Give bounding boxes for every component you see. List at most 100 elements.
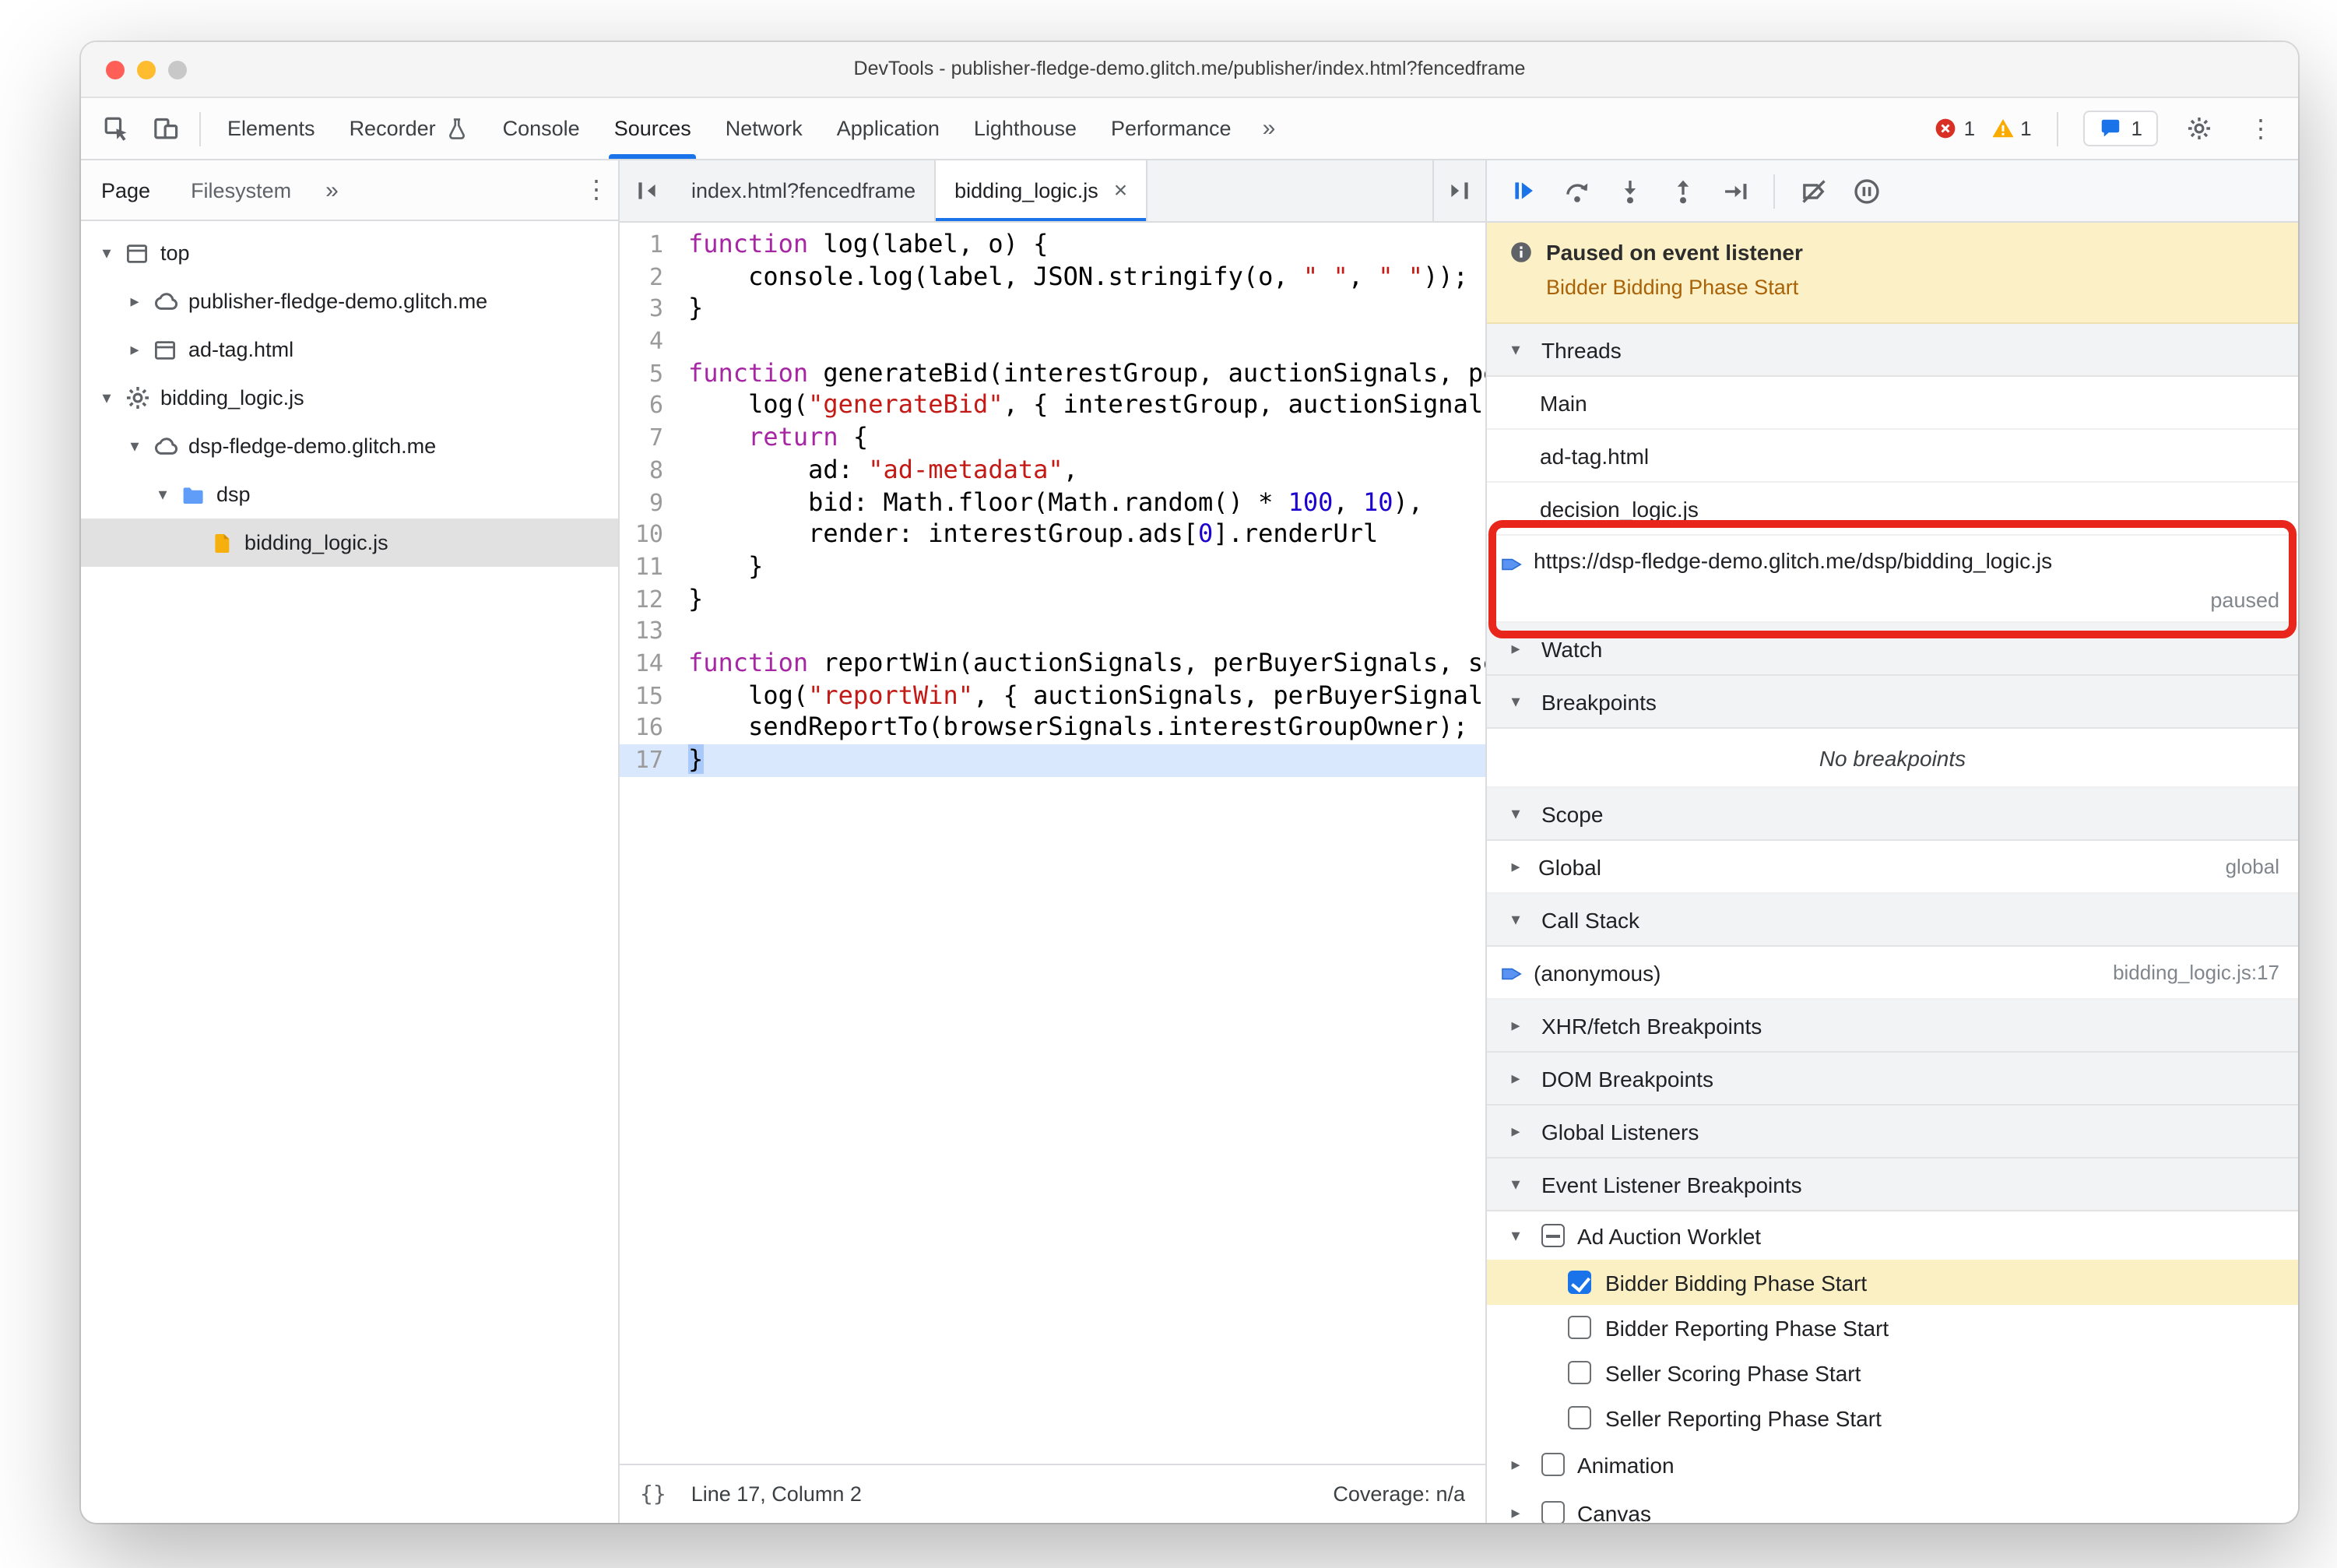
section-header-event-listener-breakpoints[interactable]: ▾ Event Listener Breakpoints (1487, 1158, 2298, 1211)
issues-button[interactable]: 1 (2082, 111, 2158, 146)
minimize-window-button[interactable] (137, 61, 156, 79)
section-header-watch[interactable]: ▸ Watch (1487, 623, 2298, 676)
navigator-tab-filesystem[interactable]: Filesystem (170, 160, 311, 220)
line-number[interactable]: 2 (620, 261, 688, 293)
line-number[interactable]: 9 (620, 487, 688, 519)
line-number[interactable]: 8 (620, 455, 688, 487)
tab-sources[interactable]: Sources (597, 98, 708, 159)
tab-application[interactable]: Application (820, 98, 957, 159)
line-number[interactable]: 15 (620, 680, 688, 712)
error-count[interactable]: 1 (1935, 117, 1975, 140)
section-header-breakpoints[interactable]: ▾ Breakpoints (1487, 676, 2298, 729)
tree-item-publisher-fledge-demo-glitch-me[interactable]: ▸ publisher-fledge-demo.glitch.me (81, 277, 618, 325)
section-header-scope[interactable]: ▾ Scope (1487, 788, 2298, 841)
section-title: Scope (1541, 801, 1604, 826)
editor-tab-index-html-fencedframe[interactable]: index.html?fencedframe (673, 160, 937, 221)
step-out-button[interactable] (1658, 167, 1706, 215)
step-button[interactable] (1711, 167, 1759, 215)
checkbox[interactable] (1568, 1406, 1591, 1429)
issues-count-label: 1 (2131, 117, 2142, 140)
hide-navigator-button[interactable] (620, 160, 673, 221)
step-over-icon (1562, 177, 1590, 205)
breakpoint-group-canvas[interactable]: ▸ Canvas (1487, 1489, 2298, 1523)
section-header-call-stack[interactable]: ▾ Call Stack (1487, 894, 2298, 947)
maximize-window-button[interactable] (168, 61, 187, 79)
breakpoint-item-seller-scoring-phase-start[interactable]: Seller Scoring Phase Start (1487, 1350, 2298, 1395)
warning-count[interactable]: 1 (1991, 117, 2032, 140)
close-icon[interactable]: × (1114, 178, 1128, 204)
open-file-list-button[interactable] (1432, 160, 1485, 221)
code-line-content: render: interestGroup.ads[0].renderUrl (688, 519, 1379, 549)
line-number[interactable]: 5 (620, 358, 688, 390)
tree-item-ad-tag-html[interactable]: ▸ ad-tag.html (81, 325, 618, 374)
main-menu-button[interactable]: ⋮ (2239, 113, 2283, 144)
resume-button[interactable] (1499, 167, 1548, 215)
section-header-global-listeners[interactable]: ▸ Global Listeners (1487, 1106, 2298, 1158)
line-number[interactable]: 6 (620, 390, 688, 422)
call-stack-frame[interactable]: (anonymous) bidding_logic.js:17 (1487, 947, 2298, 1000)
code-editor[interactable]: 1 function log(label, o) {2 console.log(l… (620, 223, 1485, 1464)
code-line: 12} (620, 583, 1485, 615)
tab-recorder[interactable]: Recorder (332, 98, 486, 159)
line-number[interactable]: 17 (620, 744, 688, 776)
line-number[interactable]: 12 (620, 583, 688, 615)
tree-item-bidding-logic-js[interactable]: bidding_logic.js (81, 519, 618, 567)
tab-performance[interactable]: Performance (1094, 98, 1249, 159)
breakpoint-group-label: Ad Auction Worklet (1577, 1223, 1762, 1248)
breakpoint-group-ad-auction-worklet[interactable]: ▾ Ad Auction Worklet (1487, 1211, 2298, 1260)
tree-item-bidding-logic-js[interactable]: ▾ bidding_logic.js (81, 374, 618, 422)
line-number[interactable]: 13 (620, 616, 688, 648)
navigator-tab-page[interactable]: Page (81, 160, 170, 220)
more-navigator-tabs-button[interactable]: » (311, 177, 353, 203)
devtools-window: DevTools - publisher-fledge-demo.glitch.… (81, 42, 2298, 1523)
editor-tab-bidding-logic-js[interactable]: bidding_logic.js × (936, 160, 1148, 221)
breakpoint-item-bidder-reporting-phase-start[interactable]: Bidder Reporting Phase Start (1487, 1305, 2298, 1350)
step-into-button[interactable] (1605, 167, 1653, 215)
pause-on-exceptions-button[interactable] (1842, 167, 1890, 215)
settings-button[interactable] (2174, 104, 2223, 153)
section-header-dom-breakpoints[interactable]: ▸ DOM Breakpoints (1487, 1053, 2298, 1106)
line-number[interactable]: 4 (620, 325, 688, 357)
checkbox[interactable] (1568, 1271, 1591, 1294)
line-number[interactable]: 11 (620, 551, 688, 583)
checkbox[interactable] (1541, 1501, 1565, 1523)
checkbox[interactable] (1541, 1224, 1565, 1247)
breakpoint-group-animation[interactable]: ▸ Animation (1487, 1440, 2298, 1489)
tree-item-dsp[interactable]: ▾ dsp (81, 470, 618, 519)
tab-console[interactable]: Console (486, 98, 597, 159)
checkbox[interactable] (1568, 1316, 1591, 1339)
section-header-xhr-breakpoints[interactable]: ▸ XHR/fetch Breakpoints (1487, 1000, 2298, 1053)
checkbox[interactable] (1541, 1453, 1565, 1476)
thread-item[interactable]: ad-tag.html (1487, 430, 2298, 483)
step-over-button[interactable] (1552, 167, 1601, 215)
code-line: 7 return { (620, 422, 1485, 454)
tab-network[interactable]: Network (708, 98, 820, 159)
more-panels-button[interactable]: » (1249, 115, 1290, 142)
line-number[interactable]: 1 (620, 229, 688, 261)
line-number[interactable]: 10 (620, 519, 688, 550)
tree-item-top[interactable]: ▾ top (81, 229, 618, 277)
breakpoint-item-bidder-bidding-phase-start[interactable]: Bidder Bidding Phase Start (1487, 1260, 2298, 1305)
device-toolbar-button[interactable] (140, 104, 190, 153)
scope-row[interactable]: ▸ Global global (1487, 841, 2298, 894)
thread-item[interactable]: decision_logic.js (1487, 483, 2298, 536)
tab-elements[interactable]: Elements (210, 98, 332, 159)
section-header-threads[interactable]: ▾ Threads (1487, 324, 2298, 377)
navigator-menu-button[interactable]: ⋮ (575, 174, 618, 206)
thread-item-current[interactable]: https://dsp-fledge-demo.glitch.me/dsp/bi… (1487, 536, 2298, 623)
checkbox[interactable] (1568, 1361, 1591, 1384)
line-number[interactable]: 14 (620, 648, 688, 680)
tree-item-dsp-fledge-demo-glitch-me[interactable]: ▾ dsp-fledge-demo.glitch.me (81, 422, 618, 470)
line-number[interactable]: 16 (620, 712, 688, 744)
inspect-button[interactable] (90, 104, 140, 153)
section-title: Breakpoints (1541, 689, 1657, 714)
thread-item[interactable]: Main (1487, 377, 2298, 430)
deactivate-breakpoints-button[interactable] (1789, 167, 1837, 215)
paused-banner-reason: Bidder Bidding Phase Start (1546, 276, 1799, 299)
pretty-print-button[interactable]: {} (640, 1482, 666, 1506)
close-window-button[interactable] (106, 61, 125, 79)
line-number[interactable]: 7 (620, 422, 688, 454)
line-number[interactable]: 3 (620, 294, 688, 325)
breakpoint-item-seller-reporting-phase-start[interactable]: Seller Reporting Phase Start (1487, 1395, 2298, 1440)
tab-lighthouse[interactable]: Lighthouse (957, 98, 1094, 159)
